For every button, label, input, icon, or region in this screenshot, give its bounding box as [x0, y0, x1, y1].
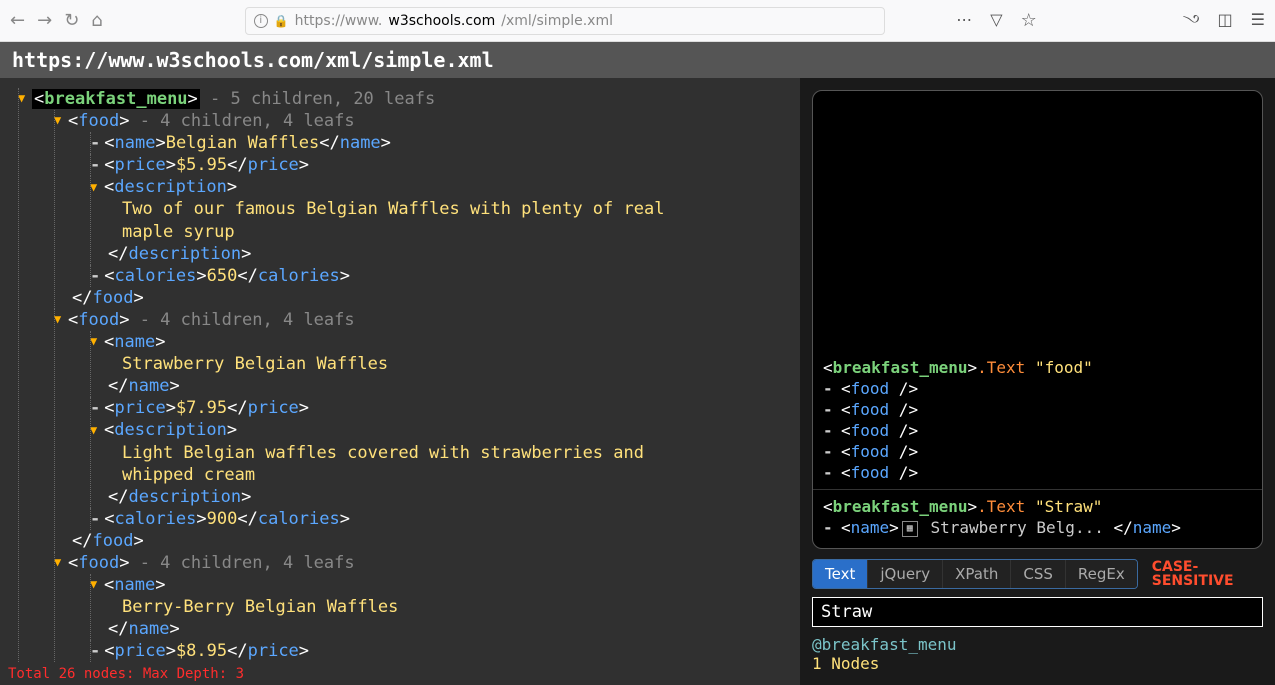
- chrome-right-icons: ⋯ ▽ ☆ ꣼ ◫ ☰: [956, 10, 1265, 31]
- home-icon[interactable]: ⌂: [91, 10, 102, 31]
- lock-icon: 🔒: [274, 14, 289, 28]
- chevron-down-icon[interactable]: ▼: [90, 334, 104, 350]
- side-panel: <breakfast_menu>.Text "food" <food /><fo…: [800, 78, 1275, 685]
- status-bar: Total 26 nodes: Max Depth: 3: [8, 665, 244, 683]
- tree-summary: - 4 children, 4 leafs: [129, 111, 354, 131]
- tree-summary: - 4 children, 4 leafs: [129, 553, 354, 573]
- bookmark-icon[interactable]: ☆: [1021, 10, 1037, 31]
- result-item[interactable]: <food />: [823, 420, 1252, 441]
- forward-icon[interactable]: →: [37, 10, 52, 31]
- tab-css[interactable]: CSS: [1011, 560, 1066, 588]
- result-item[interactable]: <food />: [823, 462, 1252, 483]
- url-pre: https://www.: [295, 13, 383, 29]
- chevron-down-icon[interactable]: ▼: [90, 180, 104, 196]
- back-icon[interactable]: ←: [10, 10, 25, 31]
- search-tabs: TextjQueryXPathCSSRegEx: [812, 559, 1138, 589]
- tab-jquery[interactable]: jQuery: [868, 560, 943, 588]
- node-icon: ▦: [902, 521, 918, 537]
- tree-summary: - 4 children, 4 leafs: [129, 310, 354, 330]
- sidebar-icon[interactable]: ◫: [1218, 10, 1233, 31]
- pocket-icon[interactable]: ▽: [990, 10, 1002, 31]
- info-icon[interactable]: i: [254, 14, 268, 28]
- tab-regex[interactable]: RegEx: [1066, 560, 1137, 588]
- result-item[interactable]: <food />: [823, 378, 1252, 399]
- result-box: <breakfast_menu>.Text "food" <food /><fo…: [812, 90, 1263, 549]
- tab-text[interactable]: Text: [813, 560, 868, 588]
- search-tab-row: TextjQueryXPathCSSRegEx CASE-SENSITIVE: [812, 559, 1263, 589]
- xml-tree-pane: ▼<breakfast_menu> - 5 children, 20 leafs…: [0, 78, 800, 685]
- result-header-1: <breakfast_menu>.Text "food": [823, 357, 1252, 378]
- result-header-2: <breakfast_menu>.Text "Straw": [823, 496, 1252, 517]
- browser-chrome: ← → ↻ ⌂ i 🔒 https://www. w3schools.com/xm…: [0, 0, 1275, 42]
- menu-icon[interactable]: ☰: [1251, 10, 1265, 31]
- chevron-down-icon[interactable]: ▼: [18, 91, 32, 107]
- result-item[interactable]: <name>▦ Strawberry Belg... </name>: [823, 517, 1252, 538]
- result-item[interactable]: <food />: [823, 441, 1252, 462]
- page-title: https://www.w3schools.com/xml/simple.xml: [0, 42, 1275, 78]
- url-host: w3schools.com: [388, 13, 495, 29]
- search-result-meta: @breakfast_menu 1 Nodes: [812, 635, 1263, 673]
- food-tag[interactable]: <food>: [68, 310, 129, 330]
- chevron-down-icon[interactable]: ▼: [90, 577, 104, 593]
- tree-summary: - 5 children, 20 leafs: [200, 89, 435, 109]
- address-bar[interactable]: i 🔒 https://www. w3schools.com/xml/simple…: [245, 7, 885, 35]
- food-tag[interactable]: <food>: [68, 111, 129, 131]
- reload-icon[interactable]: ↻: [64, 10, 79, 31]
- library-icon[interactable]: ꣼: [1183, 10, 1200, 31]
- more-icon[interactable]: ⋯: [956, 10, 972, 31]
- case-sensitive-label[interactable]: CASE-SENSITIVE: [1152, 560, 1234, 588]
- result-item[interactable]: <food />: [823, 399, 1252, 420]
- food-tag[interactable]: <food>: [68, 553, 129, 573]
- tree-root-tag[interactable]: <breakfast_menu>: [32, 89, 200, 109]
- chevron-down-icon[interactable]: ▼: [90, 423, 104, 439]
- url-post: /xml/simple.xml: [501, 13, 613, 29]
- chevron-down-icon[interactable]: ▼: [54, 113, 68, 129]
- chevron-down-icon[interactable]: ▼: [54, 312, 68, 328]
- xml-tree[interactable]: ▼<breakfast_menu> - 5 children, 20 leafs…: [0, 88, 800, 662]
- search-input[interactable]: [812, 597, 1263, 627]
- chevron-down-icon[interactable]: ▼: [54, 555, 68, 571]
- tab-xpath[interactable]: XPath: [943, 560, 1011, 588]
